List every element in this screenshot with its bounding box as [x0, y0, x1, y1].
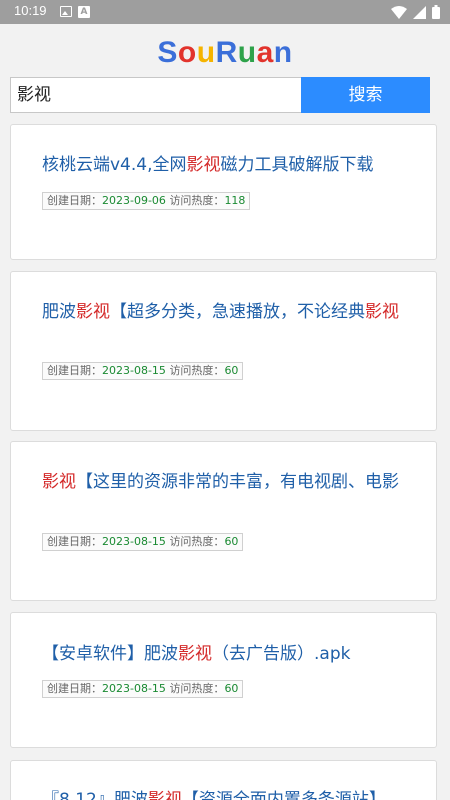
status-bar: 10:19 A — [0, 0, 450, 24]
app-header: SouRuan 影视 搜索 — [0, 24, 450, 124]
result-meta: 创建日期：2023-09-06 访问热度：118 — [42, 192, 251, 210]
result-title[interactable]: 【安卓软件】肥波影视（去广告版）.apk — [42, 642, 412, 666]
wifi-icon — [391, 5, 407, 19]
result-card-3[interactable]: 影视【这里的资源非常的丰富，有电视剧、电影 创建日期：2023-08-15 访问… — [10, 441, 437, 601]
result-title[interactable]: 肥波影视【超多分类，急速播放，不论经典影视 — [42, 300, 412, 324]
battery-icon — [432, 5, 440, 19]
image-notification-icon — [60, 6, 72, 17]
result-meta: 创建日期：2023-08-15 访问热度：60 — [42, 533, 244, 551]
result-card-4[interactable]: 【安卓软件】肥波影视（去广告版）.apk 创建日期：2023-08-15 访问热… — [10, 612, 437, 748]
status-time: 10:19 — [14, 3, 47, 18]
result-card-5[interactable]: 『8.12』肥波影视【资源全面内置多条源站】 — [10, 760, 437, 800]
result-title[interactable]: 核桃云端v4.4,全网影视磁力工具破解版下载 — [42, 153, 412, 177]
result-title[interactable]: 影视【这里的资源非常的丰富，有电视剧、电影 — [42, 470, 412, 494]
result-meta: 创建日期：2023-08-15 访问热度：60 — [42, 362, 244, 380]
search-input[interactable]: 影视 — [10, 77, 301, 113]
result-meta: 创建日期：2023-08-15 访问热度：60 — [42, 680, 244, 698]
search-button[interactable]: 搜索 — [301, 77, 430, 113]
signal-icon — [413, 5, 426, 19]
result-card-2[interactable]: 肥波影视【超多分类，急速播放，不论经典影视 创建日期：2023-08-15 访问… — [10, 271, 437, 431]
result-title[interactable]: 『8.12』肥波影视【资源全面内置多条源站】 — [42, 788, 412, 800]
a-notification-icon: A — [78, 6, 90, 18]
result-card-1[interactable]: 核桃云端v4.4,全网影视磁力工具破解版下载 创建日期：2023-09-06 访… — [10, 124, 437, 260]
souruan-logo: SouRuan — [157, 36, 293, 69]
